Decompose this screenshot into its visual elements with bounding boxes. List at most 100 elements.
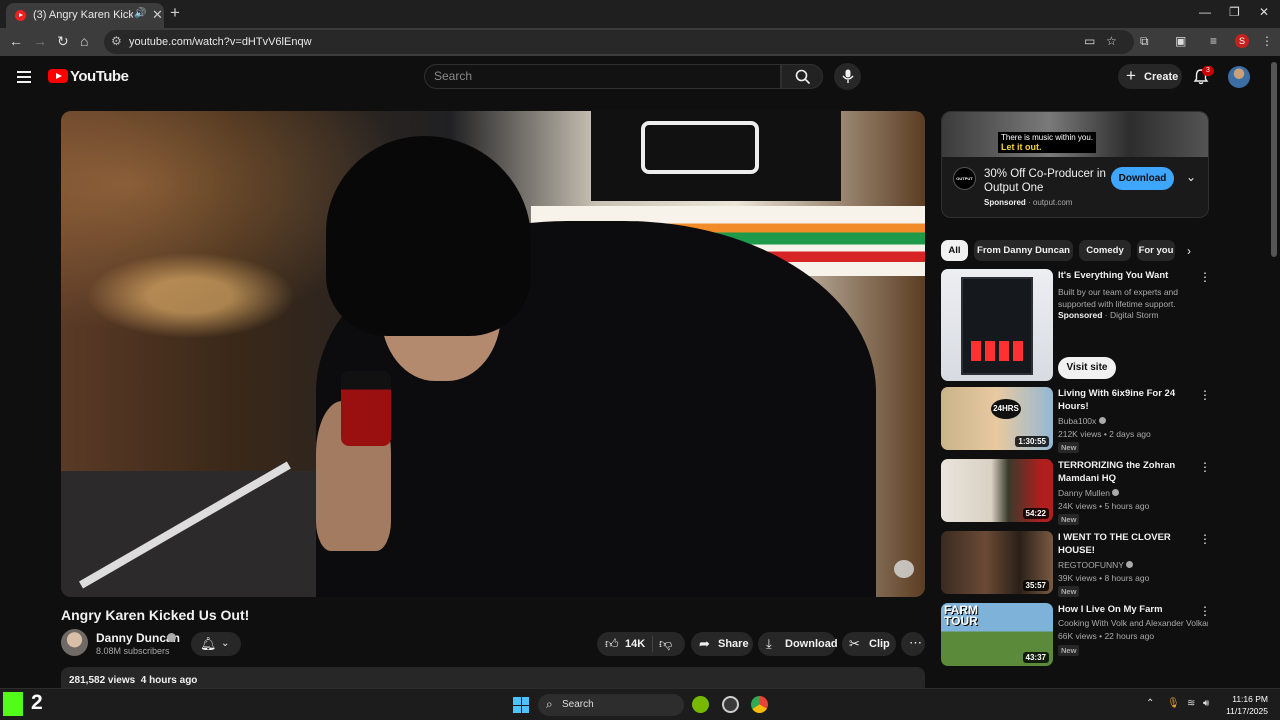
create-button[interactable]: + Create	[1118, 64, 1182, 89]
account-avatar[interactable]	[1228, 66, 1250, 88]
chip-all[interactable]: All	[941, 240, 968, 261]
recommendation-thumbnail[interactable]: 35:57	[941, 531, 1053, 594]
volume-icon[interactable]: 🔊︎	[1203, 698, 1209, 709]
more-vert-icon[interactable]: ⋮	[1199, 604, 1211, 618]
extensions-icon[interactable]: ⧉	[1140, 34, 1149, 49]
url-text[interactable]: youtube.com/watch?v=dHTvV6lEnqw	[129, 36, 312, 48]
microphone-icon[interactable]: 🎙︎	[1167, 698, 1180, 709]
minimize-icon[interactable]: —	[1199, 5, 1211, 19]
search-icon	[795, 69, 811, 85]
browser-menu-icon[interactable]: ⋮	[1261, 34, 1273, 48]
visit-site-button[interactable]: Visit site	[1058, 357, 1116, 379]
recommendation-thumbnail[interactable]: 54:22	[941, 459, 1053, 522]
like-count[interactable]: 14K	[625, 638, 645, 650]
sponsored-thumbnail[interactable]	[941, 269, 1053, 381]
chip-for-you[interactable]: For you	[1137, 240, 1175, 261]
kick-widget-number: 2	[31, 691, 43, 714]
download-button[interactable]: ⤓ Download	[758, 632, 838, 656]
speaker-icon[interactable]: 🔊	[134, 8, 146, 19]
reload-icon[interactable]: ↻	[57, 33, 69, 50]
advertiser-logo[interactable]: OUTPUT	[953, 167, 976, 190]
tray-chevron-up-icon[interactable]: ⌃	[1146, 698, 1154, 709]
more-vert-icon[interactable]: ⋮	[1199, 532, 1211, 546]
chip-comedy[interactable]: Comedy	[1079, 240, 1131, 261]
more-horizontal-icon: ⋯	[909, 635, 922, 650]
microphone-icon	[842, 69, 854, 83]
site-info-icon[interactable]: ⚙	[111, 34, 122, 48]
obs-app-icon[interactable]	[722, 696, 739, 713]
subscription-bell-button[interactable]: 🔔︎ ⌄	[191, 632, 241, 656]
recommendation-title[interactable]: Living With 6ix9ine For 24 Hours!	[1058, 387, 1198, 413]
recommendation-title[interactable]: TERRORIZING the Zohran Mamdani HQ	[1058, 459, 1198, 485]
system-clock[interactable]: 11:16 PM 11/17/2025	[1224, 693, 1268, 717]
sponsored-line: Sponsored · Digital Storm	[1058, 310, 1159, 320]
download-icon: ⤓	[766, 636, 772, 651]
start-button-icon[interactable]	[513, 697, 529, 713]
recommendation-title[interactable]: How I Live On My Farm	[1058, 603, 1198, 616]
browser-tab-strip: (3) Angry Karen Kicked Us Out! 🔊 ✕ + — ❐…	[0, 0, 1280, 28]
search-box[interactable]	[424, 64, 781, 89]
tab-close-icon[interactable]: ✕	[152, 7, 163, 23]
wifi-icon[interactable]: ≋	[1187, 698, 1195, 709]
new-tab-button[interactable]: +	[170, 3, 180, 23]
video-player[interactable]: 7	[61, 111, 925, 597]
recommendation-channel: Danny Mullen	[1058, 488, 1120, 498]
channel-watermark-icon[interactable]	[894, 560, 914, 578]
ad-download-button[interactable]: Download	[1111, 167, 1174, 190]
taskbar-search[interactable]: ⌕ Search	[538, 694, 684, 716]
cast-icon[interactable]: ▭	[1084, 34, 1095, 48]
verified-badge-icon	[1112, 489, 1120, 496]
page-scrollbar[interactable]	[1271, 62, 1277, 257]
search-button[interactable]	[781, 64, 823, 89]
recommendation-meta: 24K views • 5 hours ago	[1058, 501, 1150, 511]
more-vert-icon[interactable]: ⋮	[1199, 460, 1211, 474]
youtube-wordmark[interactable]: YouTube	[70, 68, 129, 85]
youtube-logo-icon[interactable]	[48, 69, 68, 83]
taskbar-search-label: Search	[562, 699, 594, 710]
hamburger-menu-icon[interactable]	[17, 71, 31, 83]
verified-badge-icon	[167, 633, 176, 642]
sponsored-body: Built by our team of experts and support…	[1058, 287, 1179, 309]
nvidia-app-icon[interactable]	[692, 696, 709, 713]
more-vert-icon[interactable]: ⋮	[1199, 388, 1211, 402]
close-window-icon[interactable]: ✕	[1259, 5, 1269, 19]
chevron-right-icon[interactable]: ›	[1187, 244, 1191, 258]
like-icon[interactable]: 👍︎	[605, 636, 619, 652]
chevron-down-icon[interactable]: ⌄	[1186, 170, 1196, 184]
divider	[652, 636, 653, 652]
more-vert-icon[interactable]: ⋮	[1199, 270, 1211, 284]
kick-logo-icon[interactable]	[3, 692, 23, 716]
clip-button[interactable]: ✂ Clip	[842, 632, 896, 656]
duration-badge: 1:30:55	[1015, 436, 1049, 447]
chip-from-channel[interactable]: From Danny Duncan	[974, 240, 1073, 261]
home-icon[interactable]: ⌂	[80, 33, 88, 49]
browser-tab[interactable]: (3) Angry Karen Kicked Us Out! 🔊 ✕	[6, 3, 164, 28]
recommendation-title[interactable]: I WENT TO THE CLOVER HOUSE!	[1058, 531, 1198, 557]
more-actions-button[interactable]: ⋯	[901, 632, 925, 656]
search-input[interactable]	[434, 69, 764, 83]
verified-badge-icon	[1098, 417, 1106, 424]
profile-avatar[interactable]: S	[1235, 34, 1249, 48]
recommendation-thumbnail[interactable]: 24HRS 1:30:55	[941, 387, 1053, 450]
tab-title: (3) Angry Karen Kicked Us Out!	[33, 9, 133, 21]
recommendation-meta: 39K views • 8 hours ago	[1058, 573, 1150, 583]
ad-headline[interactable]: 30% Off Co-Producer in Output One	[984, 167, 1114, 195]
sponsored-title[interactable]: It's Everything You Want	[1058, 269, 1198, 282]
new-badge: New	[1058, 514, 1080, 525]
channel-avatar[interactable]	[61, 629, 88, 656]
media-controls-icon[interactable]: ≡	[1210, 34, 1217, 48]
bookmark-star-icon[interactable]: ☆	[1106, 34, 1117, 48]
back-icon[interactable]: ←	[9, 33, 23, 49]
ad-card[interactable]: There is music within you. Let it out. OU…	[941, 111, 1209, 218]
notification-count-badge: 3	[1202, 66, 1214, 76]
voice-search-button[interactable]	[834, 63, 861, 90]
forward-icon[interactable]: →	[33, 33, 47, 49]
address-bar[interactable]: ⚙ youtube.com/watch?v=dHTvV6lEnqw	[104, 30, 1134, 54]
share-button[interactable]: ➦ Share	[691, 632, 753, 656]
chrome-app-icon[interactable]	[751, 696, 768, 713]
recommendation-channel: REGTOOFUNNY	[1058, 560, 1134, 570]
dislike-icon[interactable]: 👎︎	[659, 636, 672, 652]
restore-icon[interactable]: ❐	[1229, 5, 1240, 19]
recommendation-thumbnail[interactable]: FARM TOUR 43:37	[941, 603, 1053, 666]
sidepanel-icon[interactable]: ▣	[1175, 34, 1186, 48]
